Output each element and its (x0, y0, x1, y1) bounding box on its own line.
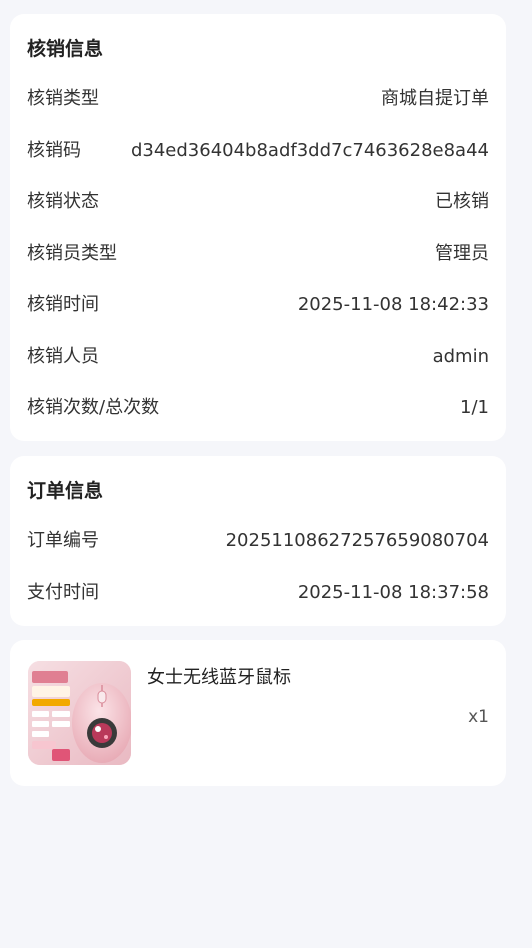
verifier-type-label: 核销员类型 (27, 243, 117, 264)
order-info-card: 订单信息 订单编号 2025110862725765908070​4 支付时间 … (10, 456, 506, 626)
verify-info-title: 核销信息 (27, 38, 104, 60)
order-number-label: 订单编号 (27, 530, 99, 551)
product-image[interactable] (28, 661, 131, 765)
verify-code-value: d34ed36404b8adf3dd7c7463628e8a44 (130, 140, 489, 161)
row-verifier-type: 核销员类型 管理员 (27, 241, 489, 267)
verify-count-label: 核销次数/总次数 (27, 397, 160, 418)
verifier-type-value: 管理员 (435, 243, 489, 264)
row-verify-count: 核销次数/总次数 1/1 (27, 395, 489, 421)
verifier-label: 核销人员 (27, 346, 99, 367)
row-order-number: 订单编号 2025110862725765908070​4 (27, 528, 489, 554)
verify-type-label: 核销类型 (27, 88, 99, 109)
verify-info-card: 核销信息 核销类型 商城自提订单 核销码 d34ed36404b8adf3dd7… (10, 14, 506, 441)
pay-time-value: 2025-11-08 18:37:58 (297, 582, 489, 603)
row-verify-time: 核销时间 2025-11-08 18:42:33 (27, 292, 489, 318)
goods-name: 女士无线蓝牙鼠标 (147, 667, 291, 688)
pay-time-label: 支付时间 (27, 582, 99, 603)
row-verify-code: 核销码 d34ed36404b8adf3dd7c7463628e8a44 (27, 138, 489, 164)
page: 核销信息 核销类型 商城自提订单 核销码 d34ed36404b8adf3dd7… (0, 0, 520, 948)
row-pay-time: 支付时间 2025-11-08 18:37:58 (27, 580, 489, 606)
verify-code-label: 核销码 (27, 140, 81, 161)
order-number-value: 2025110862725765908070​4 (225, 530, 489, 551)
verify-status-label: 核销状态 (27, 191, 99, 212)
goods-quantity: x1 (468, 707, 489, 727)
row-verifier: 核销人员 admin (27, 344, 489, 370)
goods-card[interactable]: 女士无线蓝牙鼠标 x1 (10, 640, 506, 786)
row-verify-type: 核销类型 商城自提订单 (27, 86, 489, 112)
verify-type-value: 商城自提订单 (381, 88, 489, 109)
verify-time-label: 核销时间 (27, 294, 99, 315)
order-info-title: 订单信息 (27, 480, 104, 502)
verify-status-value: 已核销 (435, 191, 489, 212)
verify-count-value: 1/1 (460, 397, 489, 418)
pink-mouse-product-icon (28, 661, 131, 765)
verify-time-value: 2025-11-08 18:42:33 (297, 294, 489, 315)
verifier-value: admin (432, 346, 489, 367)
row-verify-status: 核销状态 已核销 (27, 189, 489, 215)
